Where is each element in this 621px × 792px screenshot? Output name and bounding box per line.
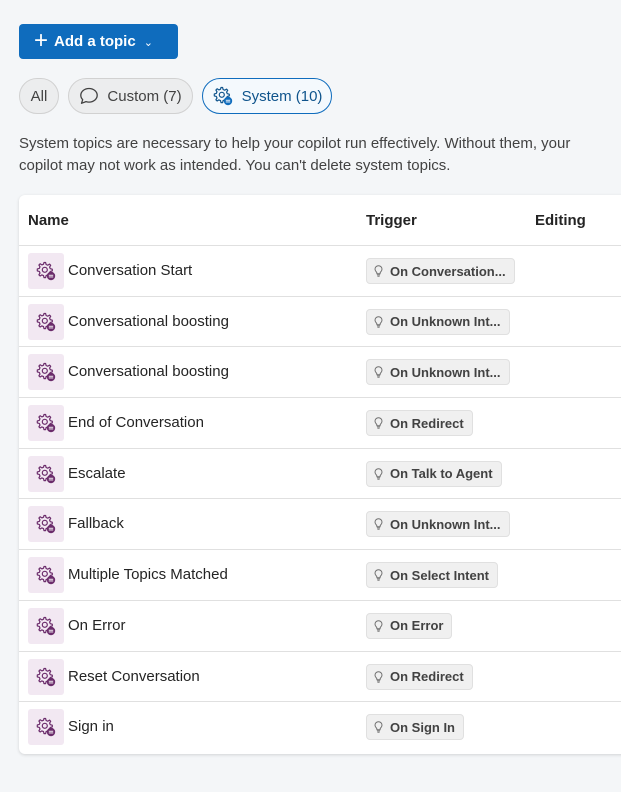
trigger-badge: On Sign In [366, 714, 464, 741]
filter-all[interactable]: All [19, 78, 59, 114]
trigger-badge: On Select Intent [366, 562, 498, 589]
system-topic-icon [28, 607, 64, 644]
table-row[interactable]: Escalate On Talk to Agent [19, 449, 621, 500]
topic-name[interactable]: Multiple Topics Matched [68, 566, 228, 583]
trigger-label: On Unknown Int... [390, 314, 501, 330]
trigger-label: On Select Intent [390, 567, 489, 583]
topic-name[interactable]: Conversational boosting [68, 313, 229, 330]
lightbulb-icon [374, 265, 383, 277]
table-row[interactable]: End of Conversation On Redirect [19, 398, 621, 449]
table-row[interactable]: On Error On Error [19, 601, 621, 652]
lightbulb-icon [374, 315, 383, 328]
table-header: Name Trigger Editing [19, 195, 621, 246]
system-topic-icon [28, 354, 64, 391]
add-topic-label: Add a topic [54, 33, 136, 50]
lightbulb-icon [374, 670, 383, 683]
trigger-badge: On Error [366, 612, 453, 639]
trigger-badge: On Redirect [366, 663, 473, 690]
topic-name[interactable]: End of Conversation [68, 414, 204, 431]
trigger-badge: On Conversation... [366, 258, 515, 284]
system-topic-icon [28, 658, 64, 695]
system-topic-icon [28, 455, 64, 492]
topics-table: Name Trigger Editing Conversation Start O… [19, 195, 621, 754]
trigger-label: On Redirect [390, 415, 464, 431]
filter-custom-label: Custom (7) [107, 87, 182, 105]
table-row[interactable]: Multiple Topics Matched On Select Intent [19, 550, 621, 601]
lightbulb-icon [374, 468, 383, 480]
column-header-trigger[interactable]: Trigger [366, 212, 417, 229]
trigger-label: On Conversation... [390, 263, 506, 279]
trigger-label: On Sign In [390, 719, 455, 735]
lightbulb-icon [374, 366, 383, 379]
lightbulb-icon [374, 569, 383, 581]
system-topic-icon [28, 253, 64, 289]
lightbulb-icon [374, 417, 383, 429]
add-topic-button[interactable]: + Add a topic ⌄ [19, 24, 178, 59]
table-body: Conversation Start On Conversation... Conv… [19, 246, 621, 753]
table-row[interactable]: Reset Conversation On Redirect [19, 652, 621, 703]
column-header-editing[interactable]: Editing [535, 212, 586, 229]
trigger-label: On Unknown Int... [390, 364, 501, 380]
topic-name[interactable]: Escalate [68, 465, 126, 482]
lightbulb-icon [374, 620, 383, 632]
table-row[interactable]: Conversation Start On Conversation... [19, 246, 621, 297]
filter-system[interactable]: System (10) [202, 78, 332, 114]
topic-name[interactable]: On Error [68, 617, 126, 634]
trigger-badge: On Unknown Int... [366, 308, 510, 335]
system-topic-icon [28, 405, 64, 442]
trigger-label: On Error [390, 618, 444, 634]
filter-all-label: All [30, 87, 48, 105]
table-row[interactable]: Conversational boosting On Unknown Int... [19, 297, 621, 348]
chevron-down-icon: ⌄ [143, 37, 153, 49]
topic-name[interactable]: Conversation Start [68, 262, 192, 279]
filter-system-label: System (10) [241, 87, 323, 105]
plus-icon: + [34, 26, 49, 54]
topic-name[interactable]: Sign in [68, 718, 114, 735]
chat-icon [79, 87, 99, 105]
topic-name[interactable]: Fallback [68, 515, 124, 532]
trigger-badge: On Redirect [366, 410, 473, 437]
table-row[interactable]: Conversational boosting On Unknown Int... [19, 347, 621, 399]
lightbulb-icon [374, 721, 383, 733]
system-topic-icon [28, 506, 64, 543]
trigger-label: On Redirect [390, 669, 464, 684]
system-gear-icon [212, 85, 234, 107]
system-topics-description: System topics are necessary to help your… [19, 135, 571, 174]
system-topic-icon [28, 709, 64, 746]
trigger-badge: On Unknown Int... [366, 511, 510, 538]
system-topic-icon [28, 303, 64, 340]
filter-custom[interactable]: Custom (7) [68, 78, 193, 114]
topic-name[interactable]: Conversational boosting [68, 363, 229, 380]
trigger-label: On Talk to Agent [390, 466, 493, 482]
trigger-badge: On Talk to Agent [366, 460, 502, 487]
system-topic-icon [28, 557, 64, 594]
trigger-badge: On Unknown Int... [366, 359, 510, 386]
table-row[interactable]: Fallback On Unknown Int... [19, 499, 621, 551]
lightbulb-icon [374, 518, 383, 531]
topic-name[interactable]: Reset Conversation [68, 668, 200, 685]
table-row[interactable]: Sign in On Sign In [19, 702, 621, 753]
trigger-label: On Unknown Int... [390, 516, 501, 532]
column-header-name[interactable]: Name [28, 212, 69, 229]
